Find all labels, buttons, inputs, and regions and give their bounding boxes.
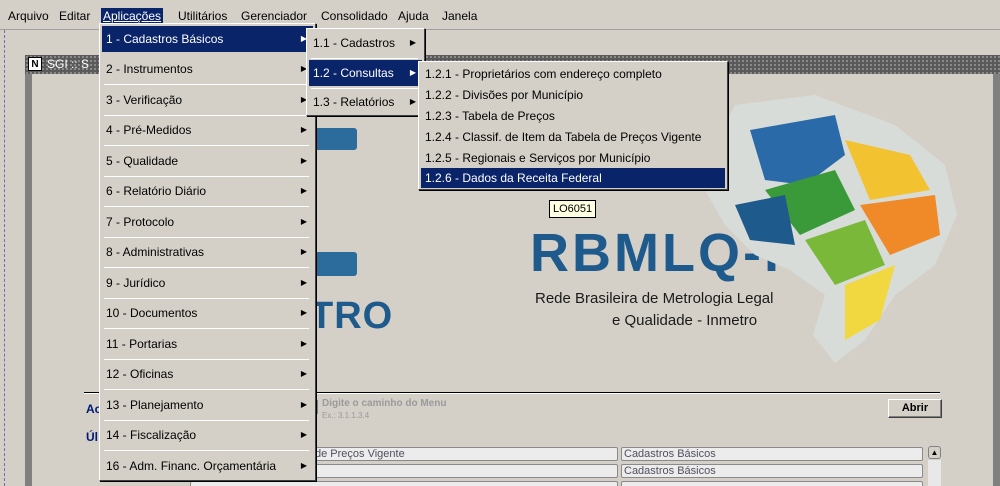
- inmetro-logo-text: TRO: [310, 295, 394, 337]
- menu-item-verificacao[interactable]: 3 - Verificação ▶: [102, 87, 313, 113]
- menu-item-relatorio-diario[interactable]: 6 - Relatório Diário ▶: [102, 178, 313, 204]
- menu-separator: [104, 359, 309, 360]
- menu-separator: [104, 84, 309, 85]
- menu-item-tabela-precos[interactable]: 1.2.3 - Tabela de Preços: [421, 106, 725, 126]
- consultas-submenu: 1.2.1 - Proprietários com endereço compl…: [418, 61, 728, 190]
- menu-item-documentos[interactable]: 10 - Documentos ▶: [102, 300, 313, 326]
- menu-utilitarios[interactable]: Utilitários: [176, 8, 229, 24]
- recent-item-group[interactable]: Cadastros Básicos: [621, 447, 923, 461]
- submenu-arrow-icon: ▶: [300, 339, 307, 348]
- scroll-up-arrow-icon[interactable]: ▲: [928, 446, 941, 459]
- menu-item-instrumentos[interactable]: 2 - Instrumentos ▶: [102, 56, 313, 82]
- recent-item-group[interactable]: Cadastros Básicos: [621, 464, 923, 478]
- recent-item-name[interactable]: [190, 481, 618, 486]
- submenu-arrow-icon: ▶: [300, 247, 307, 256]
- menu-item-relatorios[interactable]: 1.3 - Relatórios ▶: [309, 89, 422, 115]
- recent-item-name[interactable]: de Preços Vigente: [312, 447, 618, 461]
- menu-editar[interactable]: Editar: [57, 8, 92, 24]
- menu-item-qualidade[interactable]: 5 - Qualidade ▶: [102, 148, 313, 174]
- menu-item-consultas[interactable]: 1.2 - Consultas ▶: [309, 60, 422, 86]
- cadastros-basicos-submenu: 1.1 - Cadastros ▶ 1.2 - Consultas ▶ 1.3 - …: [306, 28, 425, 116]
- recent-item-name[interactable]: [312, 464, 618, 478]
- menu-janela[interactable]: Janela: [440, 8, 479, 24]
- submenu-arrow-icon: ▶: [300, 125, 307, 134]
- menu-item-dados-receita[interactable]: 1.2.6 - Dados da Receita Federal: [421, 168, 725, 188]
- menu-consolidado[interactable]: Consolidado: [319, 8, 390, 24]
- menu-separator: [104, 206, 309, 207]
- menu-separator: [104, 450, 309, 451]
- inmetro-logo-bar-bottom: [312, 252, 357, 276]
- menu-item-classif-item[interactable]: 1.2.4 - Classif. de Item da Tabela de Pr…: [421, 127, 725, 147]
- scrollbar-track[interactable]: [928, 460, 941, 486]
- open-button[interactable]: Abrir: [888, 399, 942, 418]
- menu-item-cadastros[interactable]: 1.1 - Cadastros ▶: [309, 30, 422, 56]
- window-title: SGI :: S: [47, 57, 90, 71]
- menu-item-proprietarios[interactable]: 1.2.1 - Proprietários com endereço compl…: [421, 64, 725, 84]
- menu-item-protocolo[interactable]: 7 - Protocolo ▶: [102, 209, 313, 235]
- submenu-arrow-icon: ▶: [409, 38, 416, 47]
- menu-path-example: Ex.: 3.1.1.3.4: [322, 411, 370, 420]
- menu-item-oficinas[interactable]: 12 - Oficinas ▶: [102, 361, 313, 387]
- menu-item-portarias[interactable]: 11 - Portarias ▶: [102, 331, 313, 357]
- submenu-arrow-icon: ▶: [300, 430, 307, 439]
- menu-item-administrativas[interactable]: 8 - Administrativas ▶: [102, 239, 313, 265]
- menu-item-fiscalizacao[interactable]: 14 - Fiscalização ▶: [102, 422, 313, 448]
- submenu-arrow-icon: ▶: [300, 217, 307, 226]
- menu-separator: [311, 58, 418, 59]
- menu-gerenciador[interactable]: Gerenciador: [239, 8, 309, 24]
- menu-separator: [104, 145, 309, 146]
- submenu-arrow-icon: ▶: [300, 308, 307, 317]
- submenu-arrow-icon: ▶: [300, 278, 307, 287]
- menu-separator: [104, 420, 309, 421]
- menu-ajuda[interactable]: Ajuda: [396, 8, 431, 24]
- menu-item-pre-medidos[interactable]: 4 - Pré-Medidos ▶: [102, 117, 313, 143]
- submenu-arrow-icon: ▶: [300, 369, 307, 378]
- menu-item-adm-financ[interactable]: 16 - Adm. Financ. Orçamentária ▶: [102, 453, 313, 479]
- menu-separator: [104, 328, 309, 329]
- aplicacoes-menu: 1 - Cadastros Básicos ▶ 2 - Instrumentos ▶…: [99, 23, 316, 481]
- submenu-arrow-icon: ▶: [300, 461, 307, 470]
- submenu-arrow-icon: ▶: [300, 400, 307, 409]
- menu-separator: [104, 237, 309, 238]
- submenu-arrow-icon: ▶: [300, 186, 307, 195]
- menu-item-juridico[interactable]: 9 - Jurídico ▶: [102, 270, 313, 296]
- submenu-arrow-icon: ▶: [409, 97, 416, 106]
- menu-aplicacoes[interactable]: Aplicações: [101, 8, 164, 24]
- tooltip: LO6051: [549, 200, 597, 218]
- recent-item-group[interactable]: [621, 481, 923, 486]
- menu-item-planejamento[interactable]: 13 - Planejamento ▶: [102, 392, 313, 418]
- submenu-arrow-icon: ▶: [409, 68, 416, 77]
- submenu-arrow-icon: ▶: [300, 156, 307, 165]
- menu-separator: [104, 267, 309, 268]
- app-icon: N: [28, 57, 42, 71]
- menu-item-regionais[interactable]: 1.2.5 - Regionais e Serviços por Municíp…: [421, 148, 725, 168]
- ultimos-label: Úl: [86, 430, 98, 444]
- brazil-map-logo: [705, 95, 957, 363]
- menu-arquivo[interactable]: Arquivo: [6, 8, 51, 24]
- menu-separator: [104, 115, 309, 116]
- menu-separator: [104, 298, 309, 299]
- menu-separator: [104, 176, 309, 177]
- menu-separator: [104, 389, 309, 390]
- menu-path-input[interactable]: Digite o caminho do Menu: [322, 398, 446, 409]
- inmetro-logo-bar-top: [312, 128, 357, 150]
- menu-item-divisoes[interactable]: 1.2.2 - Divisões por Município: [421, 85, 725, 105]
- menu-item-cadastros-basicos[interactable]: 1 - Cadastros Básicos ▶: [102, 26, 313, 52]
